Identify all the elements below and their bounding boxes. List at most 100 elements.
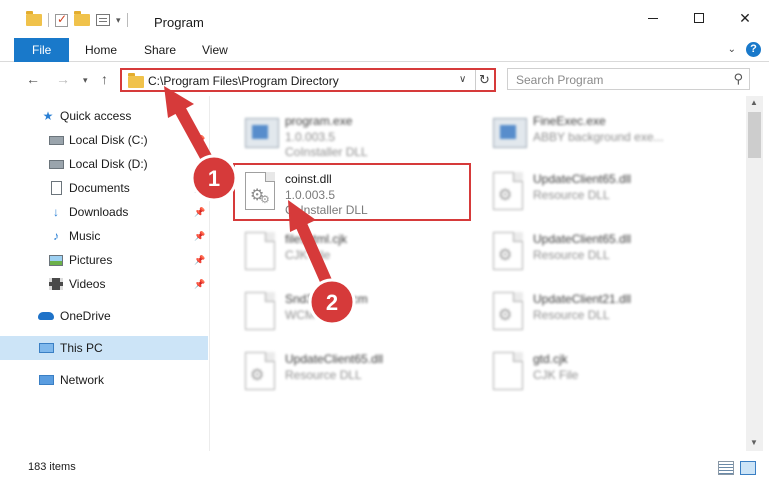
scroll-down-icon[interactable]: ▼: [750, 438, 758, 447]
pin-icon[interactable]: 📌: [194, 279, 205, 290]
sidebar-item-downloads[interactable]: ↓ Downloads 📌: [0, 200, 208, 224]
file-item-snd32004-wcm[interactable]: Snd32004.wcm WCM File: [235, 280, 475, 340]
sidebar-item-label: This PC: [60, 341, 103, 355]
pin-icon[interactable]: 📌: [194, 255, 205, 266]
back-button[interactable]: ←: [26, 71, 40, 87]
quick-access-toolbar: ▾: [26, 11, 128, 27]
file-item-program-exe[interactable]: program.exe 1.0.003.5 CoInstaller DLL: [235, 102, 475, 162]
sidebar-item-videos[interactable]: Videos 📌: [0, 272, 208, 296]
toolbar-divider: [48, 13, 49, 27]
file-description: CJK File: [533, 368, 579, 382]
sidebar-item-pictures[interactable]: Pictures 📌: [0, 248, 208, 272]
properties-check-icon[interactable]: [55, 12, 68, 27]
sidebar-item-network[interactable]: Network: [0, 368, 208, 392]
file-description: ABBY background exe...: [533, 130, 664, 144]
pin-icon[interactable]: 📌: [194, 183, 205, 194]
up-button[interactable]: ↑: [101, 71, 108, 87]
file-item-gtd-cjk[interactable]: gtd.cjk CJK File: [483, 340, 723, 400]
refresh-icon[interactable]: ↻: [479, 72, 490, 88]
ribbon-controls: ⌄ ?: [728, 42, 761, 57]
file-name: UpdateClient65.dll: [285, 352, 384, 366]
file-icon: [243, 230, 279, 272]
search-box[interactable]: Search Program ⚲: [507, 68, 750, 90]
sidebar-item-quick-access[interactable]: ★ Quick access: [0, 104, 208, 128]
search-icon[interactable]: ⚲: [733, 71, 743, 87]
sidebar-item-label: Videos: [69, 277, 106, 291]
file-item-updateclient65-dll[interactable]: ⚙ UpdateClient65.dll Resource DLL: [483, 220, 723, 280]
file-version: 1.0.003.5: [285, 130, 336, 144]
file-item-fineexec-exe[interactable]: FineExec.exe ABBY background exe...: [483, 102, 723, 162]
network-icon: [38, 373, 54, 387]
scroll-thumb[interactable]: [748, 112, 761, 158]
file-name: fileshtml.cjk: [285, 232, 348, 246]
tab-view[interactable]: View: [188, 38, 242, 62]
sidebar-item-documents[interactable]: Documents 📌: [0, 176, 208, 200]
file-name: UpdateClient65.dll: [533, 172, 632, 186]
dll-icon: ⚙: [491, 290, 527, 332]
tiles-view-icon[interactable]: [740, 461, 756, 475]
tab-share[interactable]: Share: [130, 38, 190, 62]
tab-home[interactable]: Home: [71, 38, 131, 62]
address-history-dropdown-icon[interactable]: ∨: [459, 74, 466, 85]
file-name: gtd.cjk: [533, 352, 568, 366]
file-description: Resource DLL: [285, 368, 362, 382]
recent-locations-dropdown[interactable]: ▾: [83, 75, 88, 86]
cloud-icon: [38, 309, 54, 323]
pin-icon[interactable]: 📌: [194, 135, 205, 146]
sidebar-item-onedrive[interactable]: OneDrive: [0, 304, 208, 328]
file-item-updateclient21-dll[interactable]: ⚙ UpdateClient21.dll Resource DLL: [483, 280, 723, 340]
file-item-updateclient65-dll[interactable]: ⚙ UpdateClient65.dll Resource DLL: [483, 160, 723, 220]
file-name: UpdateClient65.dll: [533, 232, 632, 246]
sidebar-item-this-pc[interactable]: This PC: [0, 336, 208, 360]
scroll-up-icon[interactable]: ▲: [750, 98, 758, 107]
dll-icon: ⚙: [243, 350, 279, 392]
sidebar-item-label: Local Disk (D:): [69, 157, 148, 171]
address-path[interactable]: C:\Program Files\Program Directory: [148, 74, 339, 88]
maximize-button[interactable]: [676, 0, 722, 36]
forward-button[interactable]: →: [56, 71, 70, 87]
address-divider: [475, 70, 476, 90]
search-input[interactable]: Search Program: [516, 73, 603, 87]
new-folder-icon[interactable]: [74, 11, 90, 26]
sidebar-item-label: Music: [69, 229, 101, 243]
sidebar-item-label: Pictures: [69, 253, 113, 267]
vertical-scrollbar[interactable]: ▲ ▼: [746, 96, 763, 451]
file-item-fileshtml-cjk[interactable]: fileshtml.cjk CJK File: [235, 220, 475, 280]
file-description: CoInstaller DLL: [285, 145, 368, 159]
pictures-icon: [48, 253, 64, 267]
pin-icon[interactable]: 📌: [194, 231, 205, 242]
exe-icon: [243, 112, 279, 154]
file-item-updateclient65-dll[interactable]: ⚙ UpdateClient65.dll Resource DLL: [235, 340, 475, 400]
ribbon-tabs: File Home Share View ⌄ ?: [0, 36, 769, 62]
pin-icon[interactable]: 📌: [194, 159, 205, 170]
sidebar-item-label: Local Disk (C:): [69, 133, 148, 147]
customize-toolbar-dropdown-icon[interactable]: ▾: [116, 15, 121, 26]
expand-ribbon-chevron-icon[interactable]: ⌄: [728, 44, 736, 55]
help-icon[interactable]: ?: [746, 42, 761, 57]
minimize-button[interactable]: [630, 0, 676, 36]
tab-file[interactable]: File: [14, 38, 70, 62]
dll-icon: ⚙: [491, 170, 527, 212]
sidebar-item-label: Network: [60, 373, 105, 387]
file-icon: [491, 350, 527, 392]
title-bar: ▾ Program ✕: [0, 0, 769, 36]
pin-icon[interactable]: 📌: [194, 207, 205, 218]
sidebar-item-local-disk-c[interactable]: Local Disk (C:) 📌: [0, 128, 208, 152]
file-description: Resource DLL: [533, 308, 610, 322]
maximize-icon: [694, 13, 704, 23]
sidebar-item-local-disk-d[interactable]: Local Disk (D:) 📌: [0, 152, 208, 176]
details-view-icon[interactable]: [718, 461, 734, 475]
folder-icon: [26, 11, 42, 26]
exe-icon: [491, 112, 527, 154]
close-button[interactable]: ✕: [722, 0, 768, 36]
address-bar[interactable]: C:\Program Files\Program Directory ∨ ↻: [120, 68, 496, 92]
file-name: program.exe: [285, 114, 353, 128]
videos-icon: [48, 277, 64, 291]
properties-icon[interactable]: [96, 14, 110, 26]
sidebar-item-music[interactable]: ♪ Music 📌: [0, 224, 208, 248]
file-description: CJK File: [285, 248, 331, 262]
navigation-pane: ★ Quick access Local Disk (C:) 📌 Local D…: [0, 96, 210, 451]
file-name: Snd32004.wcm: [285, 292, 368, 306]
navigation-bar: ← → ▾ ↑ C:\Program Files\Program Directo…: [0, 62, 769, 96]
dll-icon: ⚙: [491, 230, 527, 272]
